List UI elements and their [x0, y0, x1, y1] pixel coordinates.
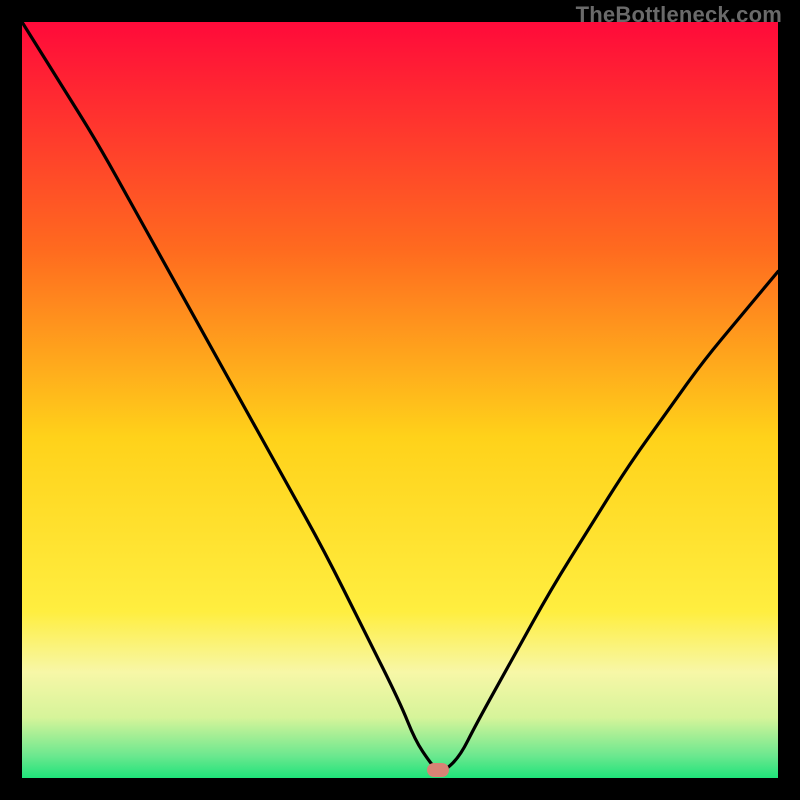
optimum-marker: [427, 763, 449, 777]
plot-area: [22, 22, 778, 778]
gradient-background: [22, 22, 778, 778]
chart-frame: TheBottleneck.com: [0, 0, 800, 800]
plot-svg: [22, 22, 778, 778]
